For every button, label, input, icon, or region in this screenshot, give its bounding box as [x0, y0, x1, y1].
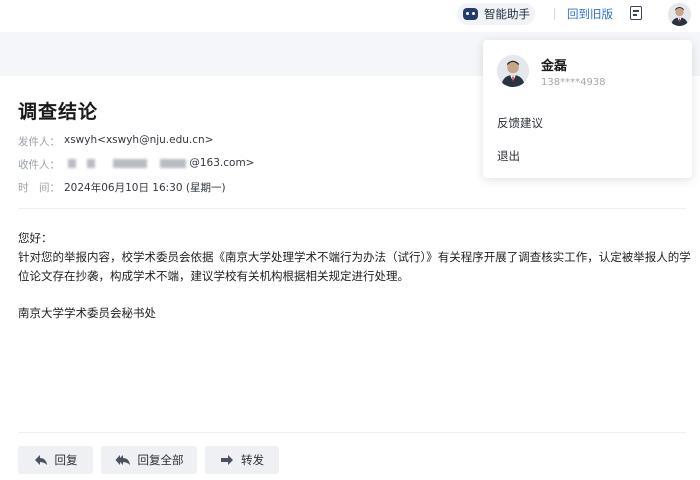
footer-divider [18, 432, 686, 433]
logout-menu-item[interactable]: 退出 [497, 148, 520, 164]
redacted-text [112, 158, 147, 168]
from-row: 发件人： xswyh<xswyh@nju.edu.cn> [18, 134, 214, 149]
forward-label: 转发 [241, 453, 264, 467]
topbar-separator [554, 8, 555, 20]
feedback-menu-item[interactable]: 反馈建议 [497, 115, 543, 131]
to-row: 收件人： @163.com> [18, 157, 254, 172]
redacted-text [68, 158, 76, 168]
avatar[interactable] [668, 3, 691, 26]
reply-all-label: 回复全部 [137, 453, 184, 467]
avatar-image [497, 55, 529, 87]
user-menu: 金磊 138****4938 反馈建议 退出 [483, 40, 692, 178]
forward-button[interactable]: 转发 [205, 446, 279, 474]
mail-subject: 调查结论 [18, 101, 99, 123]
redacted-text [87, 158, 96, 168]
from-value[interactable]: xswyh<xswyh@nju.edu.cn> [64, 134, 214, 149]
user-name: 金磊 [541, 59, 568, 74]
assistant-button[interactable]: 智能助手 [457, 3, 535, 25]
mail-greeting: 您好： [18, 231, 53, 245]
time-label: 时 间： [18, 182, 60, 194]
header-divider [18, 208, 686, 209]
reply-icon [34, 455, 47, 465]
robot-icon [463, 8, 478, 20]
avatar [497, 55, 529, 87]
reply-all-button[interactable]: 回复全部 [101, 446, 197, 474]
mail-body-line: 位论文存在抄袭，构成学术不端，建议学校有关机构根据相关规定进行处理。 [18, 269, 409, 283]
to-value-suffix: @163.com> [189, 157, 255, 169]
top-bar: 智能助手 回到旧版 [0, 0, 700, 32]
old-version-link[interactable]: 回到旧版 [567, 6, 613, 22]
time-row: 时 间： 2024年06月10日 16:30 (星期一) [18, 180, 226, 195]
assistant-label: 智能助手 [484, 7, 530, 21]
time-value: 2024年06月10日 16:30 (星期一) [64, 182, 226, 194]
to-value[interactable]: @163.com> [64, 157, 254, 172]
avatar-image [668, 3, 691, 26]
mail-signature: 南京大学学术委员会秘书处 [18, 306, 156, 320]
redacted-text [160, 158, 187, 168]
reply-label: 回复 [54, 453, 78, 467]
forward-icon [221, 455, 233, 465]
reply-all-icon [115, 455, 130, 465]
user-phone: 138****4938 [541, 77, 606, 88]
reply-button[interactable]: 回复 [18, 446, 93, 474]
from-label: 发件人： [18, 136, 60, 148]
document-icon[interactable] [630, 6, 642, 20]
to-label: 收件人： [18, 159, 60, 171]
mail-body-line: 针对您的举报内容，校学术委员会依据《南京大学处理学术不端行为办法（试行）》有关程… [18, 250, 691, 264]
